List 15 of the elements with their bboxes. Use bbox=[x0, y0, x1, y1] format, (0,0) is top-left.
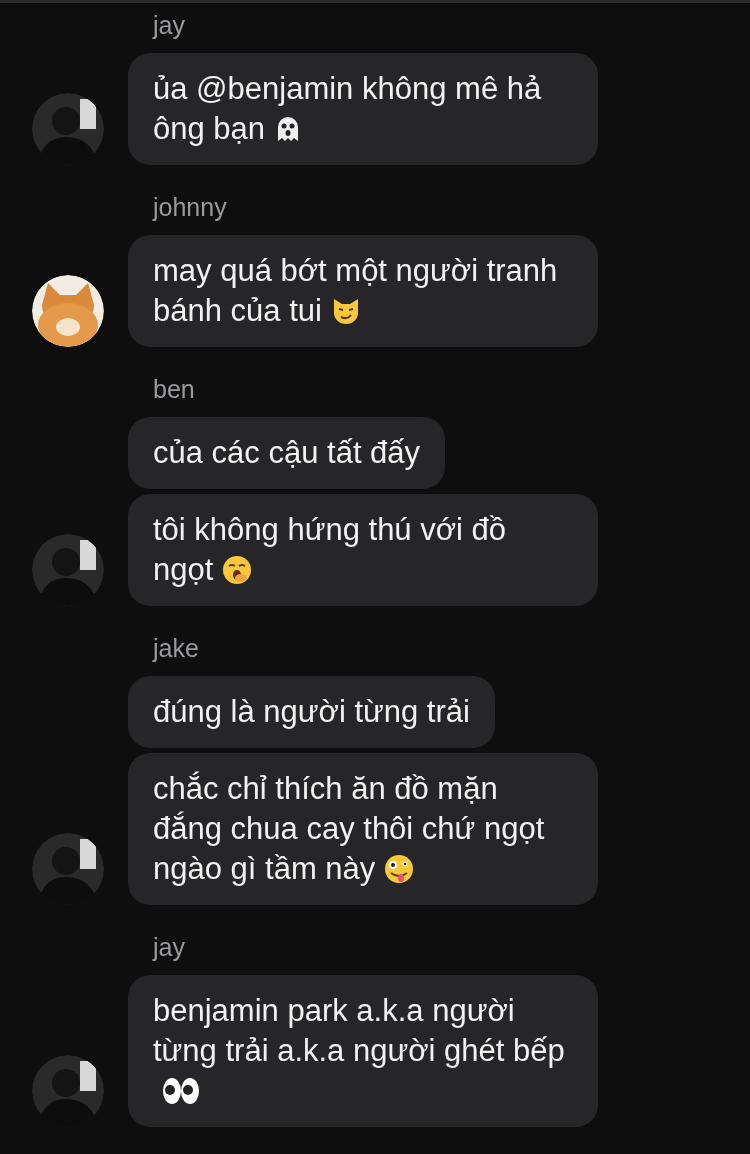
eyes-icon bbox=[161, 1076, 201, 1106]
message-bubble: tôi không hứng thú với đồ ngọt bbox=[128, 494, 598, 606]
sender-name: ben bbox=[153, 374, 196, 405]
sender-name: jay bbox=[153, 932, 186, 963]
message-bubble: benjamin park a.k.a người từng trải a.k.a người ghét bếp bbox=[128, 975, 598, 1127]
message-bubble: của các cậu tất đấy bbox=[128, 417, 446, 489]
message-bubble: đúng là người từng trải bbox=[128, 676, 495, 748]
zany-face-icon bbox=[383, 853, 416, 885]
sender-name: johnny bbox=[153, 192, 228, 223]
yawning-face-icon bbox=[221, 554, 254, 586]
sender-name: jay bbox=[153, 10, 186, 41]
sender-name: jake bbox=[153, 633, 200, 664]
message-bubble: may quá bớt một người tranh bánh của tui bbox=[128, 235, 598, 347]
message-bubble: ủa @benjamin không mê hả ông bạn bbox=[128, 53, 598, 165]
message-bubble: chắc chỉ thích ăn đồ mặn đắng chua cay thôi chứ ngọt ngào gì tầm này bbox=[128, 753, 598, 905]
